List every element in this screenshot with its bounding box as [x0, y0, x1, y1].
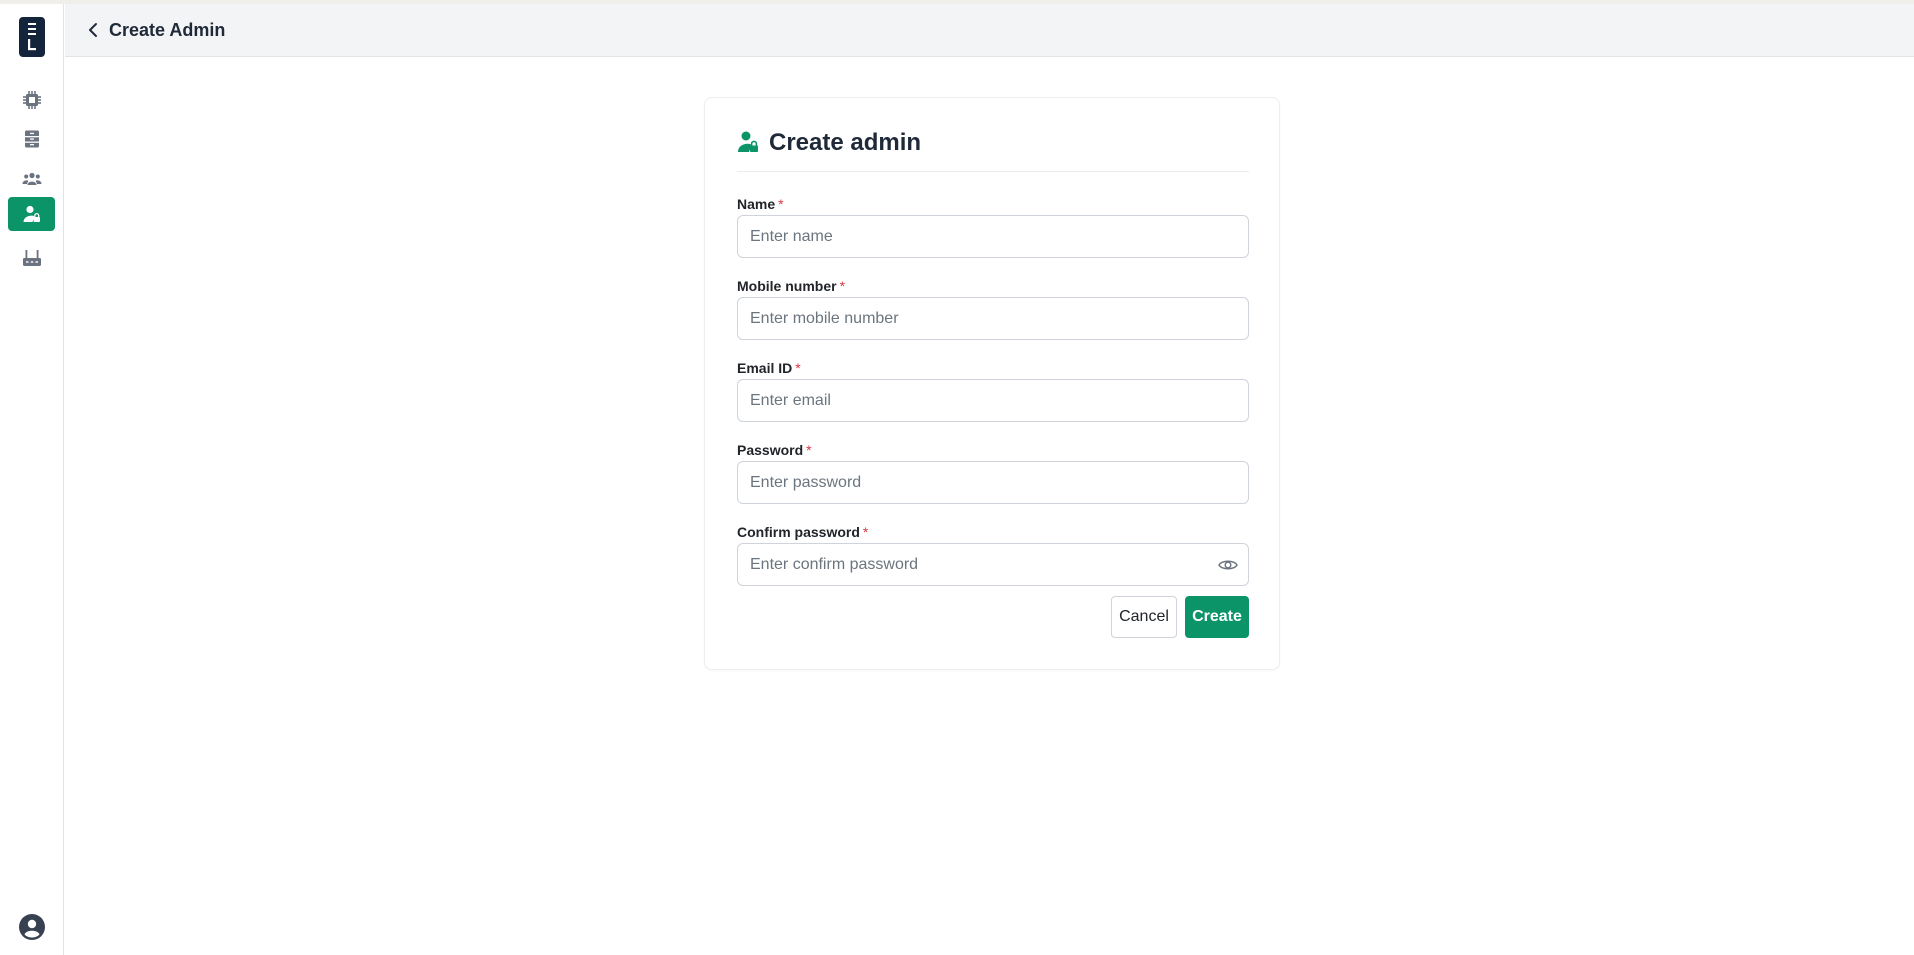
create-button[interactable]: Create — [1185, 596, 1249, 638]
sidebar-item-admins[interactable] — [8, 197, 55, 231]
confirm-password-input-box — [737, 543, 1249, 586]
back-button[interactable] — [79, 16, 107, 44]
form-actions: Cancel Create — [1111, 596, 1249, 638]
name-field-group: Name * — [737, 195, 1249, 258]
name-input[interactable] — [750, 227, 1236, 246]
top-bar: Create Admin — [65, 4, 1914, 57]
page-title: Create Admin — [109, 19, 226, 40]
mobile-label: Mobile number * — [737, 278, 846, 294]
sidebar-item-routers[interactable] — [8, 242, 55, 276]
sidebar-item-inventory[interactable] — [8, 122, 55, 156]
password-label: Password * — [737, 442, 812, 458]
required-mark: * — [778, 196, 784, 212]
sidebar-item-devices[interactable] — [8, 83, 55, 117]
admin-user-icon — [23, 205, 40, 222]
card-header: Create admin — [737, 128, 1249, 172]
create-admin-card: Create admin Name* Mobile number* Email … — [704, 97, 1280, 670]
name-input-box — [737, 215, 1249, 258]
cabinet-icon — [24, 130, 39, 148]
card-title: Create admin — [769, 129, 922, 156]
chip-icon — [22, 91, 41, 109]
required-mark: * — [839, 278, 846, 294]
show-password-toggle[interactable] — [1218, 556, 1238, 574]
profile-button[interactable] — [19, 914, 45, 940]
cancel-button[interactable]: Cancel — [1111, 596, 1177, 638]
mobile-input[interactable] — [750, 309, 1236, 328]
sidebar-item-users[interactable] — [8, 162, 55, 196]
confirm-password-field-group: Confirm password * — [737, 523, 1249, 586]
password-input[interactable] — [750, 473, 1236, 492]
eye-icon — [1218, 560, 1238, 570]
password-input-box — [737, 461, 1249, 504]
app-logo[interactable] — [19, 17, 45, 57]
email-input-box — [737, 379, 1249, 422]
confirm-password-label: Confirm password * — [737, 524, 869, 540]
sidebar — [0, 4, 64, 955]
users-group-icon — [22, 172, 41, 185]
name-label: Name * — [737, 196, 784, 212]
mobile-input-box — [737, 297, 1249, 340]
admin-user-icon — [738, 131, 758, 152]
router-icon — [22, 250, 41, 266]
required-mark: * — [862, 524, 869, 540]
password-field-group: Password * — [737, 441, 1249, 504]
user-circle-icon — [19, 914, 45, 940]
email-input[interactable] — [750, 391, 1236, 410]
email-label: Email ID * — [737, 360, 801, 376]
chevron-left-icon — [89, 23, 97, 37]
mobile-field-group: Mobile number * — [737, 277, 1249, 340]
email-field-group: Email ID * — [737, 359, 1249, 422]
required-mark: * — [795, 360, 801, 376]
confirm-password-input[interactable] — [750, 555, 1236, 574]
required-mark: * — [806, 442, 812, 458]
